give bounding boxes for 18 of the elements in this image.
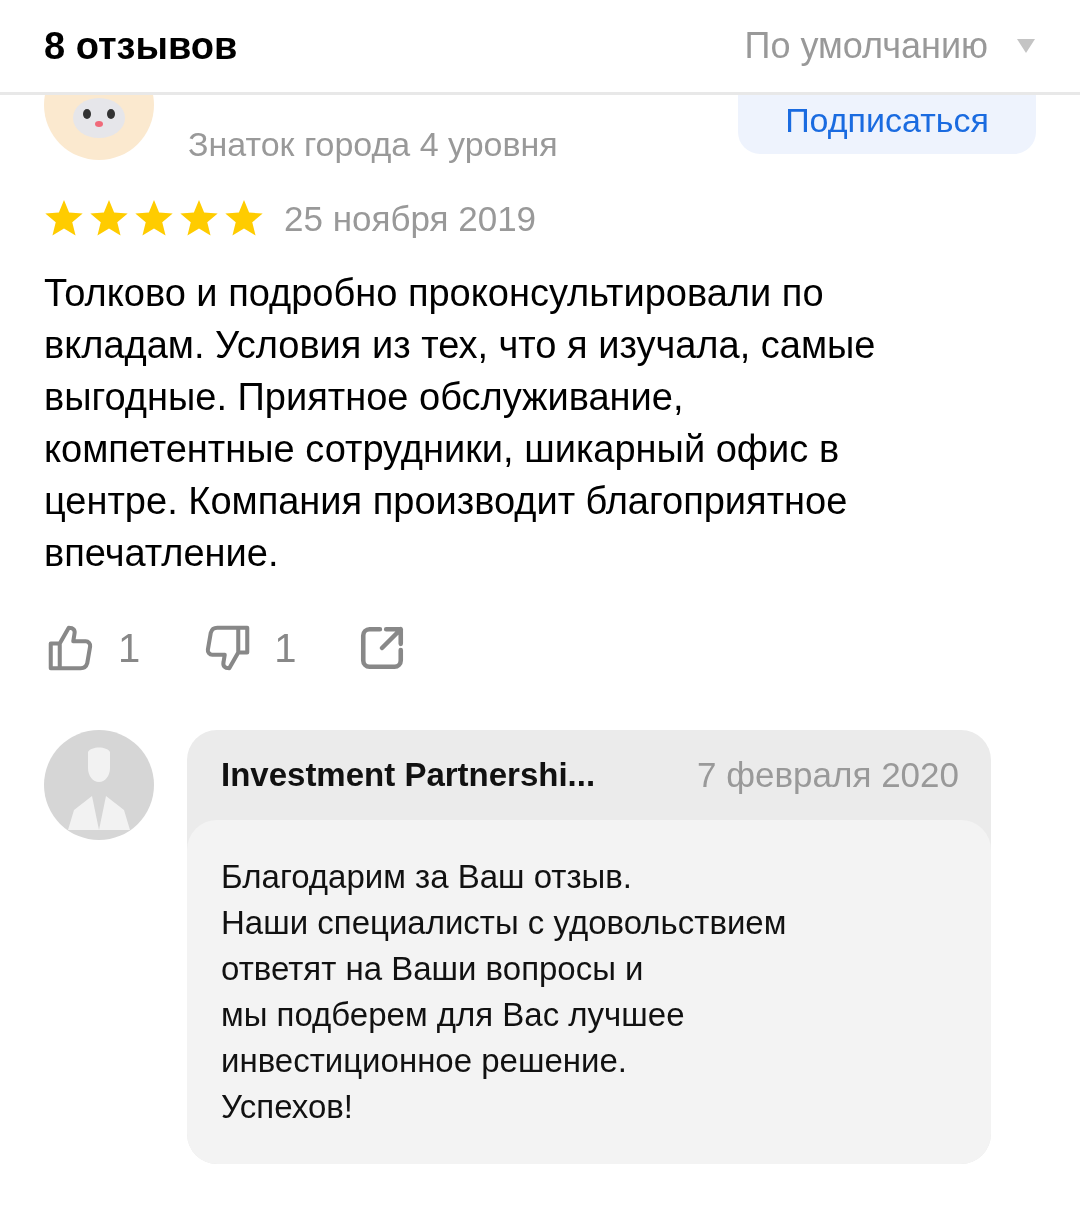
person-avatar-icon — [44, 730, 154, 840]
reviews-count-title: 8 отзывов — [44, 24, 238, 68]
review-date: 25 ноября 2019 — [284, 199, 537, 239]
dislike-button[interactable]: 1 — [200, 621, 297, 675]
author-level: Знаток города 4 уровня — [188, 125, 558, 164]
star-icon — [224, 200, 264, 238]
star-icon — [44, 200, 84, 238]
subscribe-button[interactable]: Подписаться — [738, 95, 1036, 154]
like-button[interactable]: 1 — [44, 621, 141, 675]
company-name: Investment Partnershi... — [221, 756, 596, 794]
star-icon — [179, 200, 219, 238]
reply-text: Благодарим за Ваш отзыв. Наши специалисты с удовольствием ответят на Ваши вопросы и мы подберем для Вас лучшее инвестиционное решение. Успехов! — [187, 820, 991, 1164]
reply-date: 7 февраля 2020 — [697, 755, 959, 795]
review-text: Толково и подробно проконсультировали по вкладам. Условия из тех, что я изучала, самые выгодные. Приятное обслуживание, компетентные сотрудники, шикарный офис в центре. Компания производит благоприятное впечатление. — [44, 271, 877, 576]
sort-dropdown[interactable]: По умолчанию — [744, 25, 1036, 67]
star-icon — [89, 200, 129, 238]
caret-icon — [1016, 38, 1036, 54]
star-icon — [134, 200, 174, 238]
